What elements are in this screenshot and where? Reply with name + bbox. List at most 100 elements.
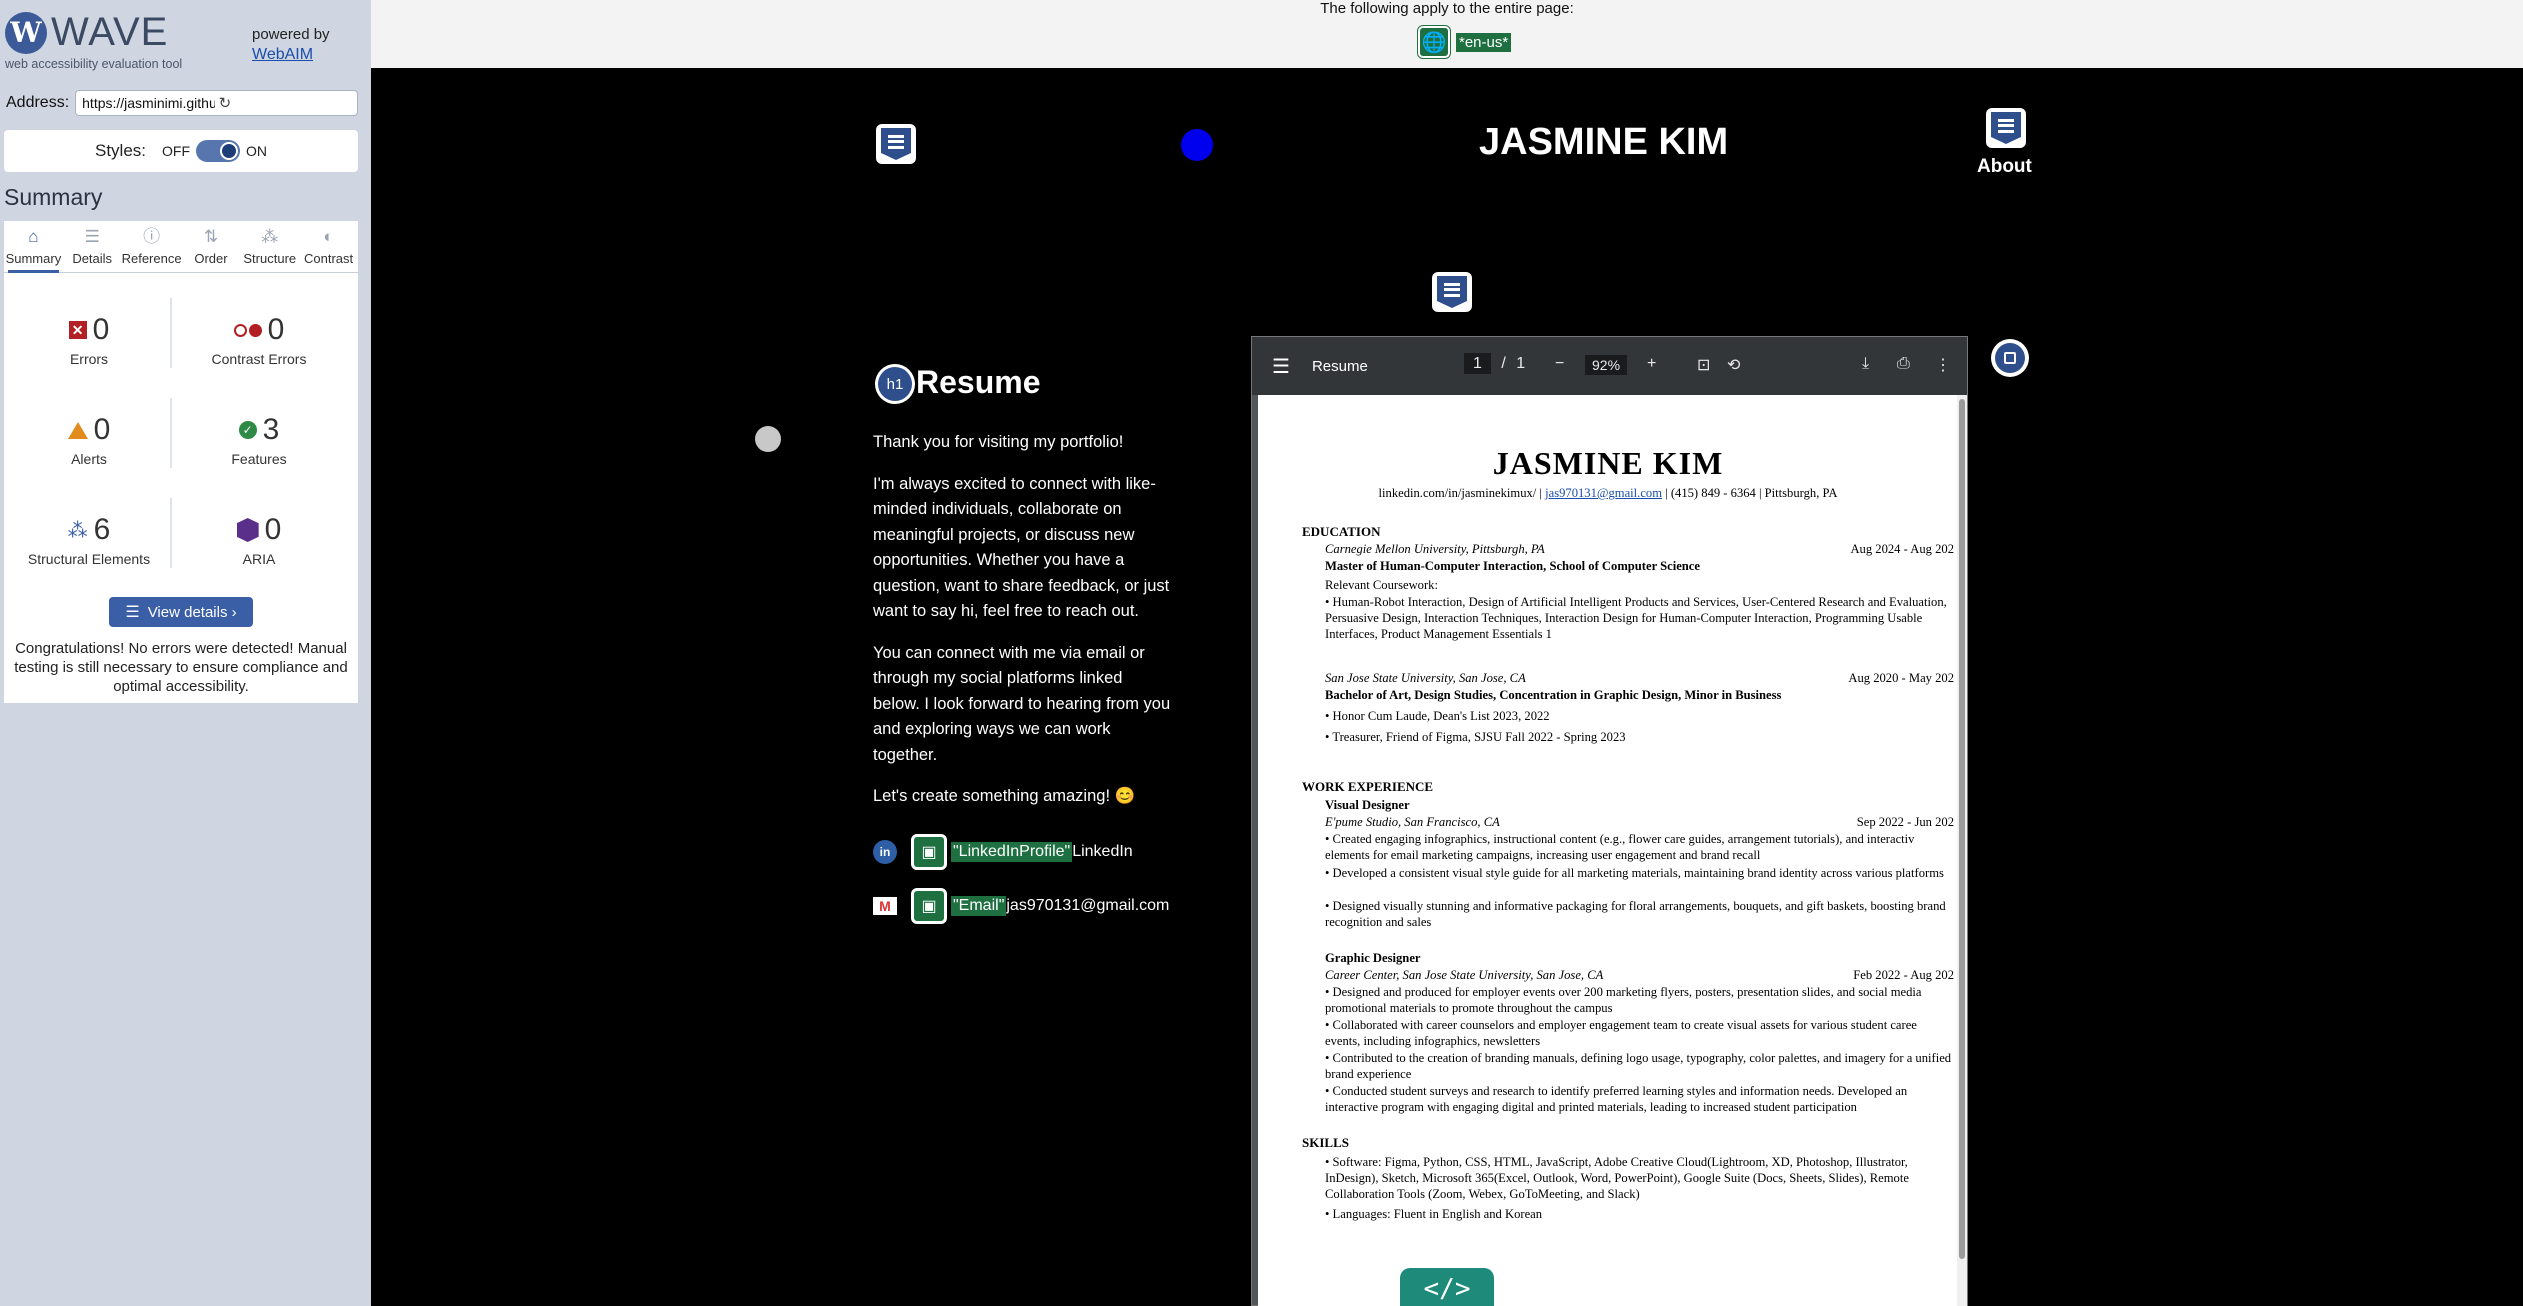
features-label: Features bbox=[231, 451, 287, 467]
tab-summary[interactable]: ⌂ Summary bbox=[4, 221, 63, 273]
linkedin-icon: in bbox=[873, 840, 897, 864]
wave-sidebar: W WAVE web accessibility evaluation tool… bbox=[0, 0, 371, 1306]
intro-paragraph: Thank you for visiting my portfolio! bbox=[873, 433, 1124, 451]
reload-icon[interactable]: ↻ bbox=[219, 94, 351, 112]
edu-school: Carnegie Mellon University, Pittsburgh, … bbox=[1325, 542, 1545, 556]
tab-structure[interactable]: ⁂ Structure bbox=[240, 221, 299, 272]
tab-details[interactable]: ☰ Details bbox=[63, 221, 122, 272]
address-label: Address: bbox=[6, 94, 70, 111]
address-input[interactable]: https://jasminimi.github.io/pui-homework… bbox=[75, 90, 358, 116]
alert-icon bbox=[67, 421, 88, 439]
header-region-icon[interactable] bbox=[876, 124, 916, 164]
page-input[interactable]: 1 bbox=[1464, 353, 1491, 374]
tab-order[interactable]: ⇅ Order bbox=[182, 221, 241, 272]
feature-icon: ✓ bbox=[238, 421, 257, 439]
cursor-dot bbox=[755, 426, 781, 452]
pdf-viewer[interactable]: ☰ Resume 1 / 1 − 92% + ⊡ ⟲ ⤓ ⎙ ⋮ JASMINE… bbox=[1251, 336, 1968, 1306]
course-label: Relevant Coursework: bbox=[1325, 578, 1438, 592]
address-value: https://jasminimi.github.io/pui-homework… bbox=[82, 95, 214, 111]
alerts-label: Alerts bbox=[71, 451, 107, 467]
section-title: WORK EXPERIENCE bbox=[1302, 779, 1434, 794]
menu-icon[interactable]: ☰ bbox=[1272, 354, 1290, 379]
tab-reference[interactable]: ⓘ Reference bbox=[122, 221, 182, 272]
structural-label: Structural Elements bbox=[27, 551, 151, 567]
pdf-scrollbar[interactable] bbox=[1957, 395, 1967, 1306]
edu-school: San Jose State University, San Jose, CA bbox=[1325, 671, 1526, 685]
intro-paragraph: I'm always excited to connect with like-… bbox=[873, 474, 1170, 621]
stat-features[interactable]: ✓ 3 Features bbox=[174, 413, 344, 467]
aria-count: 0 bbox=[264, 513, 282, 546]
zoom-out-icon[interactable]: − bbox=[1555, 355, 1564, 373]
heading-level-icon[interactable]: h1 bbox=[875, 364, 915, 404]
edu-degree: Master of Human-Computer Interaction, Sc… bbox=[1325, 559, 1700, 573]
print-icon[interactable]: ⎙ bbox=[1897, 355, 1910, 373]
code-badge[interactable]: </> bbox=[1400, 1268, 1494, 1306]
stat-errors[interactable]: ✕ 0 Errors bbox=[4, 313, 174, 367]
styles-panel: Styles: OFF ON bbox=[4, 130, 358, 172]
tab-label: Contrast bbox=[304, 251, 354, 266]
contrast-count: 0 bbox=[267, 313, 285, 346]
download-icon[interactable]: ⤓ bbox=[1862, 355, 1869, 373]
resume-contact-right: | (415) 849 - 6364 | Pittsburgh, PA bbox=[1665, 486, 1838, 500]
job-bullet: • Developed a consistent visual style gu… bbox=[1325, 866, 1944, 880]
resume-contact-left: linkedin.com/in/jasminekimux/ | bbox=[1378, 486, 1542, 500]
congrats-message: Congratulations! No errors were detected… bbox=[14, 640, 348, 695]
scroll-thumb[interactable] bbox=[1959, 399, 1965, 1259]
email-link[interactable]: M ▣ "Email" jas970131@gmail.com bbox=[873, 888, 1169, 924]
alerts-count: 0 bbox=[93, 413, 111, 446]
stat-structural[interactable]: ⁂ 6 Structural Elements bbox=[4, 513, 174, 567]
job-bullet: • Created engaging infographics, instruc… bbox=[1325, 832, 1915, 862]
list-icon: ☰ bbox=[84, 227, 100, 246]
link-focus-dot[interactable] bbox=[1181, 129, 1213, 161]
divider bbox=[170, 298, 172, 368]
alt-text-tag: "LinkedInProfile" bbox=[951, 842, 1073, 862]
wave-logo-text: WAVE bbox=[51, 10, 169, 54]
embed-region-icon[interactable] bbox=[1991, 339, 2029, 377]
order-icon: ⇅ bbox=[203, 227, 219, 246]
resume-name: JASMINE KIM bbox=[1492, 445, 1724, 481]
edu-dates: Aug 2024 - Aug 202 bbox=[1850, 542, 1954, 556]
styles-on-label: ON bbox=[246, 143, 268, 159]
fit-page-icon[interactable]: ⊡ bbox=[1697, 355, 1710, 375]
resume-contact: linkedin.com/in/jasminekimux/ | jas97013… bbox=[1258, 486, 1958, 501]
section-title: SKILLS bbox=[1302, 1135, 1349, 1150]
wave-logo[interactable]: W WAVE bbox=[5, 10, 182, 55]
resume-heading: Resume bbox=[916, 364, 1041, 400]
stat-alerts[interactable]: 0 Alerts bbox=[4, 413, 174, 467]
more-options-icon[interactable]: ⋮ bbox=[1935, 355, 1951, 375]
errors-label: Errors bbox=[69, 351, 109, 367]
linkedin-link[interactable]: in ▣ "LinkedInProfile" LinkedIn bbox=[873, 834, 1133, 870]
zoom-level[interactable]: 92% bbox=[1585, 355, 1628, 375]
stat-aria[interactable]: 0 ARIA bbox=[174, 513, 344, 567]
tab-contrast[interactable]: ◐ Contrast bbox=[299, 221, 358, 272]
tab-label: Details bbox=[72, 251, 113, 266]
resume-email-link[interactable]: jas970131@gmail.com bbox=[1545, 486, 1662, 500]
course-list: • Human-Robot Interaction, Design of Art… bbox=[1325, 595, 1947, 641]
wave-tabs: ⌂ Summary ☰ Details ⓘ Reference ⇅ Order … bbox=[4, 221, 358, 273]
language-icon[interactable]: 🌐 bbox=[1417, 25, 1451, 59]
zoom-in-icon[interactable]: + bbox=[1647, 355, 1656, 373]
stat-contrast-errors[interactable]: 0 Contrast Errors bbox=[174, 313, 344, 367]
styles-label: Styles: bbox=[94, 141, 147, 160]
banner-icons: 🌐 *en-us* bbox=[1417, 25, 1512, 59]
linkedin-label: LinkedIn bbox=[1072, 843, 1133, 860]
info-icon: ⓘ bbox=[143, 227, 161, 246]
site-title[interactable]: JASMINE KIM bbox=[1479, 121, 1728, 164]
edu-bullet: • Treasurer, Friend of Figma, SJSU Fall … bbox=[1325, 730, 1626, 744]
main-region-icon[interactable] bbox=[1432, 272, 1472, 312]
about-link[interactable]: About bbox=[1977, 156, 2032, 178]
webaim-link[interactable]: WebAIM bbox=[252, 46, 330, 64]
rotate-icon[interactable]: ⟲ bbox=[1727, 355, 1740, 375]
edu-dates: Aug 2020 - May 202 bbox=[1848, 671, 1954, 685]
view-details-button[interactable]: ☰ View details › bbox=[109, 597, 253, 627]
pdf-page: JASMINE KIM linkedin.com/in/jasminekimux… bbox=[1258, 395, 1958, 1306]
job-row: Career Center, San Jose State University… bbox=[1325, 967, 1954, 983]
nav-region-icon[interactable] bbox=[1986, 108, 2026, 148]
powered-by: powered by WebAIM bbox=[252, 26, 330, 64]
summary-title: Summary bbox=[4, 184, 103, 210]
styles-toggle[interactable] bbox=[196, 140, 241, 162]
job-company: E'pume Studio, San Francisco, CA bbox=[1325, 815, 1500, 829]
view-details-label: View details › bbox=[147, 603, 237, 621]
alt-text-tag: "Email" bbox=[951, 896, 1007, 916]
error-icon: ✕ bbox=[68, 321, 87, 339]
